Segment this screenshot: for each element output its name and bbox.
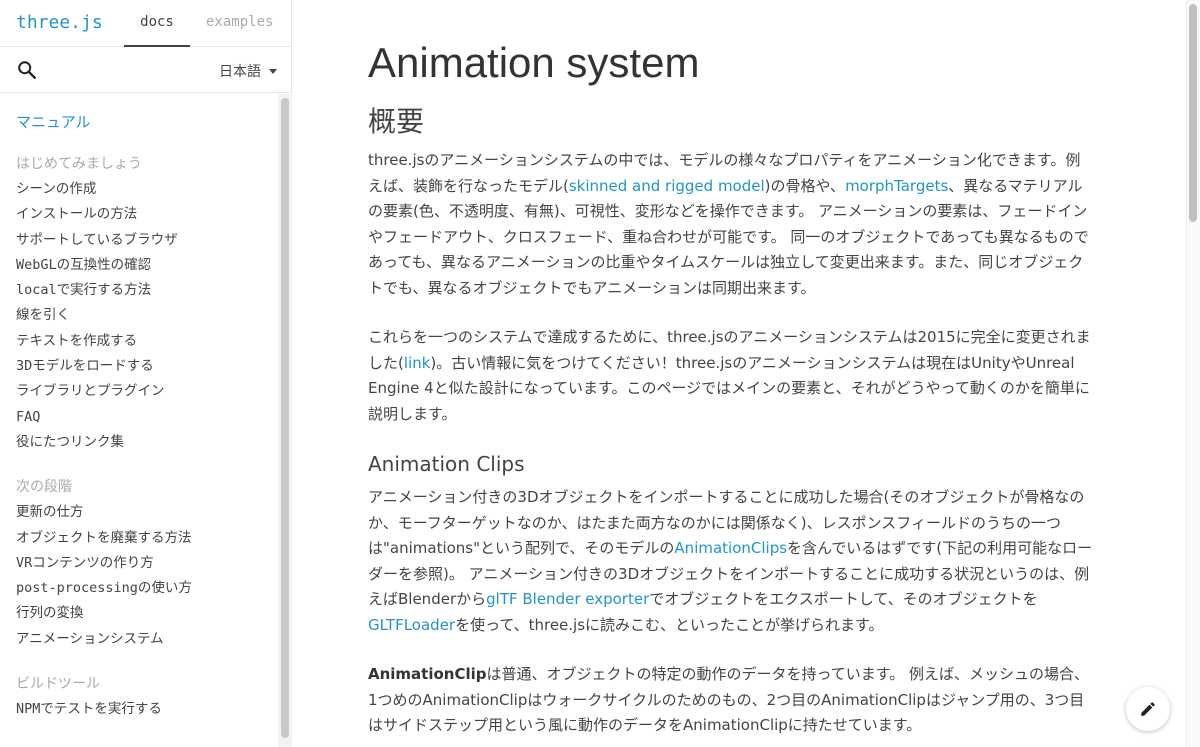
sidebar-header: three.js docs examples	[0, 0, 291, 47]
text: でオブジェクトをエクスポートして、そのオブジェクトを	[649, 590, 1038, 608]
nav-item[interactable]: 更新の仕方	[16, 500, 278, 525]
overview-paragraph-1: three.jsのアニメーションシステムの中では、モデルの様々なプロパティをアニ…	[368, 148, 1093, 301]
nav-item[interactable]: シーンの作成	[16, 177, 278, 202]
overview-paragraph-2: これらを一つのシステムで達成するために、three.jsのアニメーションシステム…	[368, 325, 1093, 427]
changelog-link[interactable]: link	[404, 354, 431, 372]
nav-item[interactable]: オブジェクトを廃棄する方法	[16, 526, 278, 551]
clips-paragraph-2: AnimationClipは普通、オブジェクトの特定の動作のデータを持っています…	[368, 662, 1093, 739]
logo-link[interactable]: three.js	[16, 12, 103, 33]
gltf-loader-link[interactable]: GLTFLoader	[368, 616, 455, 634]
language-select-value: 日本語	[219, 64, 261, 80]
page-scrollbar-thumb[interactable]	[1189, 4, 1197, 222]
animation-clips-heading: Animation Clips	[368, 452, 525, 476]
nav-item[interactable]: FAQ	[16, 405, 278, 430]
search-icon[interactable]	[16, 59, 38, 81]
nav-item[interactable]: ライブラリとプラグイン	[16, 379, 278, 404]
nav-item[interactable]: WebGLの互換性の確認	[16, 253, 278, 278]
nav-section-next-steps: 次の段階 更新の仕方 オブジェクトを廃棄する方法 VRコンテンツの作り方 pos…	[16, 475, 278, 652]
tab-docs[interactable]: docs	[124, 14, 190, 47]
text: )の骨格や、	[764, 176, 846, 195]
page-title: Animation system	[368, 39, 700, 86]
nav-section-getting-started: はじめてみましょう シーンの作成 インストールの方法 サポートしているブラウザ …	[16, 152, 278, 455]
skinned-model-link[interactable]: skinned and rigged model	[569, 177, 765, 195]
nav-item[interactable]: localで実行する方法	[16, 278, 278, 303]
overview-heading: 概要	[368, 105, 425, 138]
nav-item[interactable]: 役にたつリンク集	[16, 430, 278, 455]
clips-paragraph-1: アニメーション付きの3Dオブジェクトをインポートすることに成功した場合(そのオブ…	[368, 485, 1093, 638]
nav-item-active[interactable]: アニメーションシステム	[16, 627, 278, 652]
sidebar-scrollbar-thumb[interactable]	[281, 98, 289, 738]
sidebar: three.js docs examples 日本語 マニュアル はじめてみまし…	[0, 0, 292, 747]
nav-item[interactable]: 行列の変換	[16, 601, 278, 626]
animation-clips-link[interactable]: AnimationClips	[674, 539, 787, 557]
caret-down-icon	[269, 68, 277, 74]
edit-button[interactable]	[1126, 687, 1170, 731]
text: を使って、three.jsに読みこむ、といったことが挙げられます。	[455, 615, 884, 634]
nav-item[interactable]: VRコンテンツの作り方	[16, 551, 278, 576]
pencil-icon	[1141, 702, 1155, 716]
nav-item[interactable]: 3Dモデルをロードする	[16, 354, 278, 379]
language-select[interactable]: 日本語	[219, 61, 277, 81]
nav-item[interactable]: サポートしているブラウザ	[16, 228, 278, 253]
manual-nav: マニュアル はじめてみましょう シーンの作成 インストールの方法 サポートしてい…	[0, 94, 278, 747]
nav-item[interactable]: 線を引く	[16, 303, 278, 328]
nav-item[interactable]: post-processingの使い方	[16, 576, 278, 601]
animation-clip-term: AnimationClip	[368, 665, 487, 683]
morph-targets-link[interactable]: morphTargets	[845, 177, 948, 195]
nav-section-title: ビルドツール	[16, 676, 100, 693]
nav-section-title: 次の段階	[16, 479, 72, 496]
nav-item[interactable]: インストールの方法	[16, 202, 278, 227]
nav-item[interactable]: NPMでテストを実行する	[16, 697, 278, 722]
main-content: Animation system 概要 three.jsのアニメーションシステム…	[293, 0, 1186, 747]
nav-item[interactable]: テキストを作成する	[16, 329, 278, 354]
gltf-exporter-link[interactable]: glTF Blender exporter	[486, 590, 649, 608]
nav-manual-title[interactable]: マニュアル	[16, 112, 278, 132]
nav-section-title: はじめてみましょう	[16, 156, 142, 172]
tab-examples[interactable]: examples	[206, 14, 273, 30]
text: )。古い情報に気をつけてください！three.jsのアニメーションシステムは現在…	[368, 353, 1090, 423]
nav-section-build-tools: ビルドツール NPMでテストを実行する	[16, 672, 278, 722]
search-row: 日本語	[0, 47, 291, 93]
